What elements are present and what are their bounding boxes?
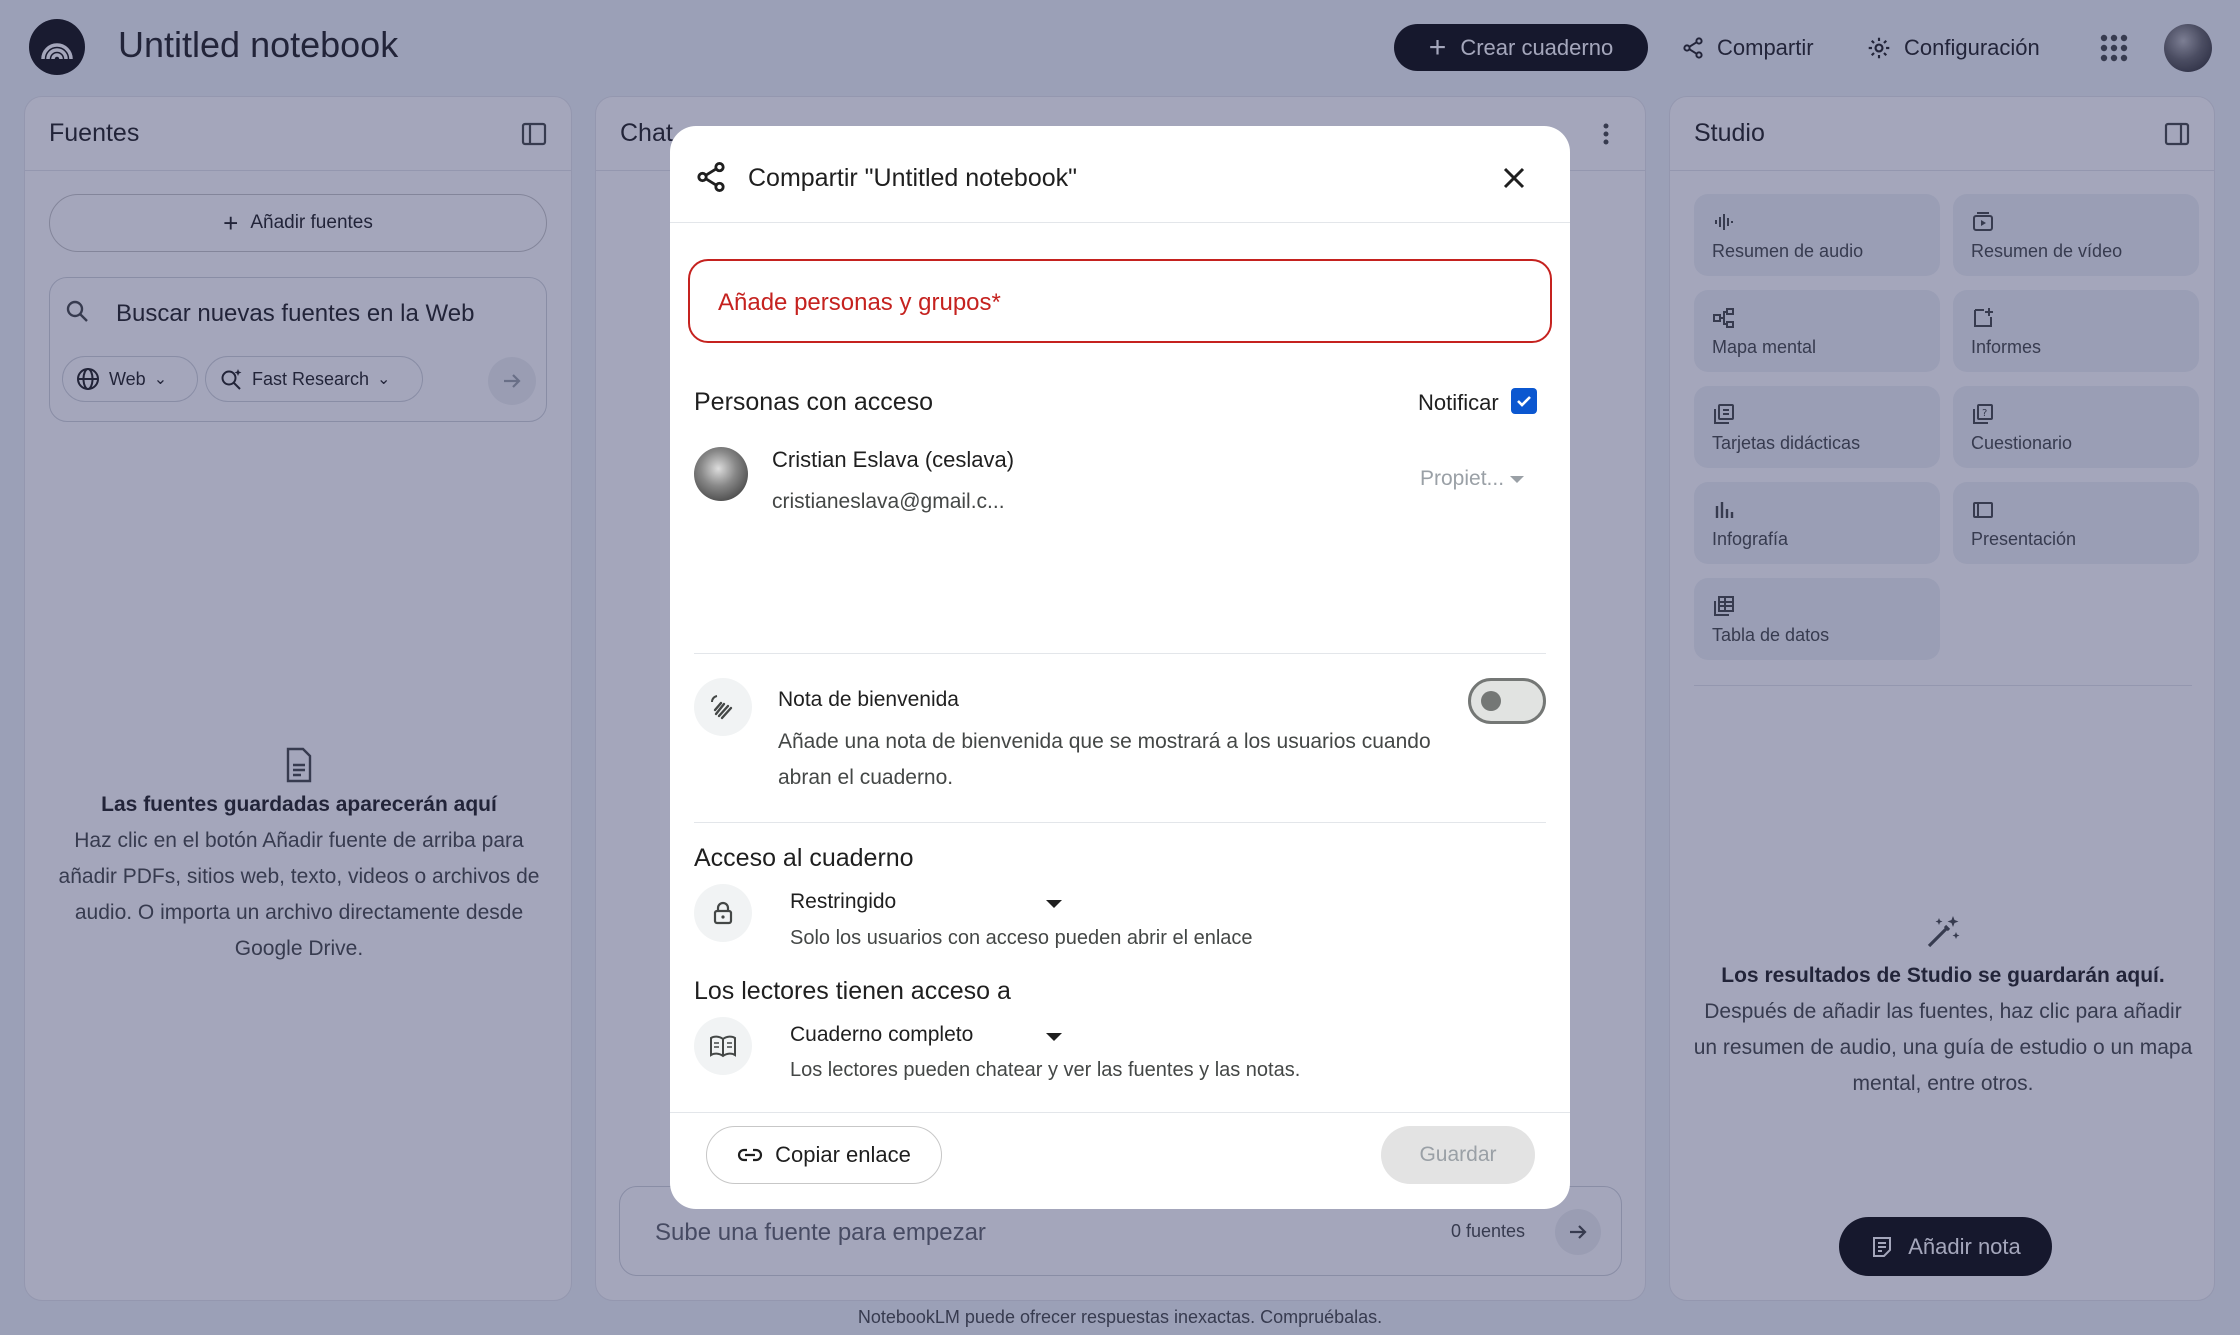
link-icon [738,1148,763,1162]
divider [694,822,1546,823]
notebook-access-select[interactable]: Restringido [790,890,896,914]
notify-label: Notificar [1418,390,1499,415]
waving-hand-icon [710,695,733,720]
copy-link-label: Copiar enlace [775,1142,911,1167]
share-icon [697,161,725,193]
save-label: Guardar [1419,1143,1497,1166]
dialog-title: Compartir "Untitled notebook" [748,164,1078,192]
caret-down-icon[interactable] [1046,900,1062,908]
reader-access-title: Los lectores tienen acceso a [694,977,1011,1005]
waving-hand-icon-wrap [694,678,752,736]
user-email: cristianeslava@gmail.c... [772,490,1005,513]
notify-checkbox[interactable] [1511,388,1537,414]
notebook-access-title: Acceso al cuaderno [694,844,914,872]
user-name: Cristian Eslava (ceslava) [772,447,1015,472]
user-avatar [694,447,748,501]
close-icon[interactable] [1498,162,1530,194]
copy-link-button[interactable]: Copiar enlace [706,1126,942,1184]
check-icon [1517,396,1531,407]
caret-down-icon [1510,475,1525,483]
user-role-dropdown[interactable]: Propiet... [1420,467,1525,491]
reader-access-select[interactable]: Cuaderno completo [790,1023,973,1047]
dialog-footer: Copiar enlace Guardar [670,1112,1570,1209]
share-dialog: Compartir "Untitled notebook" Añade pers… [670,126,1570,1209]
lock-icon-wrap [694,884,752,942]
welcome-note-description: Añade una nota de bienvenida que se most… [778,730,1431,789]
toggle-knob [1481,691,1501,711]
notebook-access-description: Solo los usuarios con acceso pueden abri… [790,927,1253,949]
welcome-note-toggle[interactable] [1468,678,1546,724]
add-people-placeholder: Añade personas y grupos* [718,289,1001,316]
caret-down-icon[interactable] [1046,1033,1062,1041]
user-role-label: Propiet... [1420,467,1505,490]
welcome-note-title: Nota de bienvenida [778,688,959,711]
add-people-input[interactable]: Añade personas y grupos* [688,259,1552,343]
divider [694,653,1546,654]
book-icon-wrap [694,1017,752,1075]
people-with-access-title: Personas con acceso [694,388,934,416]
save-button[interactable]: Guardar [1381,1126,1535,1184]
lock-icon [713,901,733,925]
reader-access-description: Los lectores pueden chatear y ver las fu… [790,1059,1301,1081]
dialog-header: Compartir "Untitled notebook" [670,126,1570,223]
book-icon [710,1035,736,1058]
